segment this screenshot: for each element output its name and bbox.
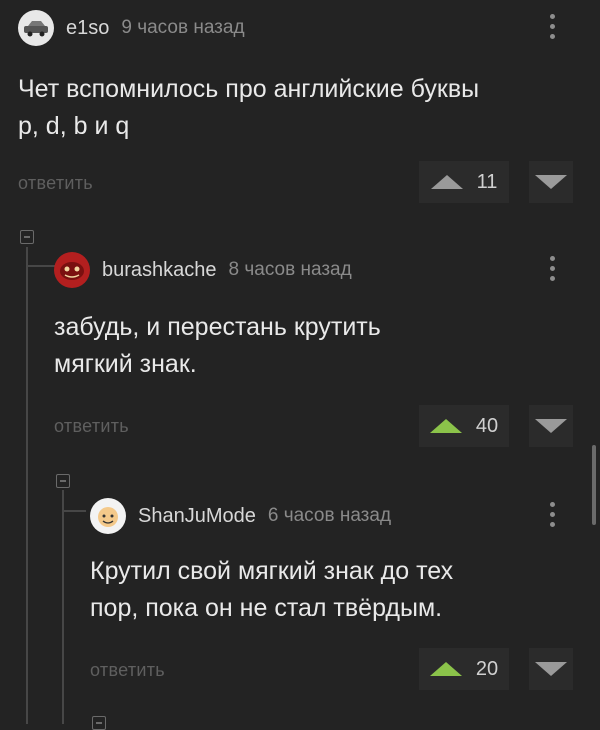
avatar[interactable] [90,498,126,534]
timestamp: 6 часов назад [267,505,392,526]
comment: ShanJuMode 6 часов назад Крутил свой мяг… [90,496,588,696]
upvote-arrow-icon [430,175,463,189]
more-options-icon[interactable] [542,14,562,39]
more-options-icon[interactable] [542,502,562,527]
username[interactable]: burashkache [102,259,217,282]
vote-score: 20 [475,657,499,680]
reply-button[interactable]: ответить [18,173,93,194]
comment-text: Чет вспомнилось про английские буквы p, … [18,71,578,145]
downvote-button[interactable] [529,405,573,447]
reply-button[interactable]: ответить [90,660,165,681]
thread-line-level1 [26,247,28,724]
collapse-thread-button[interactable] [56,474,70,488]
username[interactable]: e1so [66,17,109,40]
more-options-icon[interactable] [542,256,562,281]
comment-text: Крутил свой мягкий знак до тех пор, пока… [90,553,560,627]
downvote-arrow-icon [535,662,567,676]
timestamp: 9 часов назад [121,17,245,38]
avatar[interactable] [54,252,90,288]
vote-score: 40 [475,414,499,437]
avatar[interactable] [18,10,54,46]
comment-header: e1so 9 часов назад [18,8,245,48]
username[interactable]: ShanJuMode [138,505,256,528]
scrollbar-thumb[interactable] [592,445,596,525]
timestamp: 8 часов назад [228,259,352,280]
comment: burashkache 8 часов назад забудь, и пере… [54,250,588,450]
creature-avatar-icon [60,262,84,280]
smiley-avatar-icon [98,507,118,527]
collapse-thread-button[interactable] [20,230,34,244]
comment-header: burashkache 8 часов назад [54,250,352,290]
collapse-thread-button[interactable] [92,716,106,730]
comment: e1so 9 часов назад Чет вспомнилось про а… [18,8,588,208]
reply-button[interactable]: ответить [54,416,129,437]
upvote-button[interactable]: 20 [419,648,509,690]
thread-line-level1-branch [26,265,56,267]
comment-header: ShanJuMode 6 часов назад [90,496,391,536]
vote-score: 11 [476,170,498,193]
thread-line-level2 [62,490,64,724]
upvote-button[interactable]: 40 [419,405,509,447]
downvote-button[interactable] [529,161,573,203]
comment-text-line: пор, пока он не стал твёрдым. [90,594,443,622]
downvote-button[interactable] [529,648,573,690]
upvote-arrow-icon [429,419,462,433]
comment-text-line: забудь, и перестань крутить [54,313,381,341]
comment-text-line: мягкий знак. [54,350,197,378]
comment-text: забудь, и перестань крутить мягкий знак. [54,309,574,383]
car-icon [24,21,48,37]
comment-text-line: Чет вспомнилось про английские буквы [18,75,480,103]
comment-text-line: Крутил свой мягкий знак до тех [90,557,454,585]
thread-line-level2-branch [62,510,86,512]
downvote-arrow-icon [535,419,567,433]
downvote-arrow-icon [535,175,567,189]
upvote-arrow-icon [429,662,462,676]
comment-text-line: p, d, b и q [18,112,130,140]
upvote-button[interactable]: 11 [419,161,509,203]
